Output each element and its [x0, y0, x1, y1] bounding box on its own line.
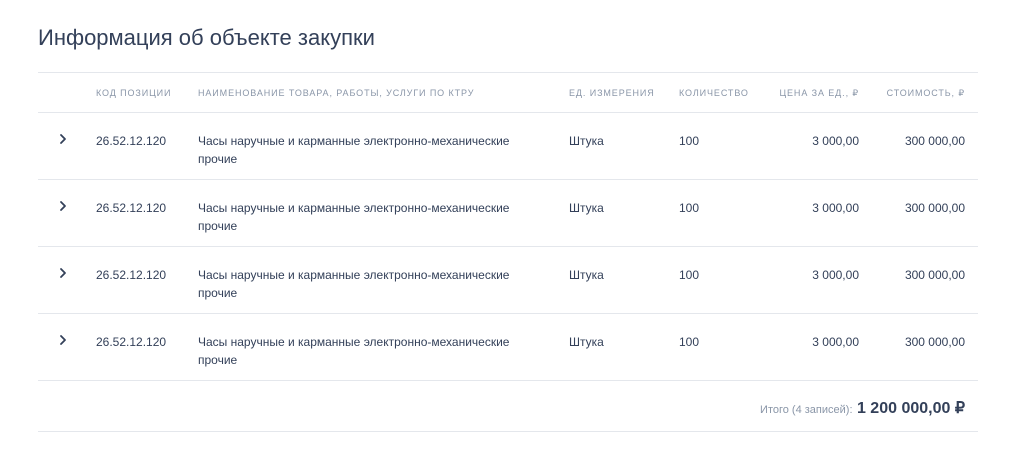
item-name: Часы наручные и карманные электронно-мех… [198, 134, 510, 166]
position-code: 26.52.12.120 [96, 268, 167, 282]
divider [38, 72, 978, 73]
table-row[interactable]: 26.52.12.120 Часы наручные и карманные э… [38, 314, 978, 381]
item-name: Часы наручные и карманные электронно-мех… [198, 201, 510, 233]
unit-price: 3 000,00 [812, 134, 859, 148]
table-row[interactable]: 26.52.12.120 Часы наручные и карманные э… [38, 180, 978, 247]
position-code: 26.52.12.120 [96, 335, 167, 349]
table-total: Итого (4 записей): 1 200 000,00 ₽ [760, 398, 965, 418]
quantity: 100 [679, 134, 700, 148]
item-cost: 300 000,00 [904, 201, 965, 215]
column-header-quantity: Количество [679, 88, 749, 98]
unit-of-measure: Штука [569, 201, 604, 215]
divider [38, 380, 978, 381]
total-label: Итого (4 записей): [760, 404, 853, 416]
item-cost: 300 000,00 [904, 335, 965, 349]
unit-of-measure: Штука [569, 268, 604, 282]
unit-of-measure: Штука [569, 134, 604, 148]
column-header-price: Цена за ед., ₽ [779, 88, 859, 98]
item-cost: 300 000,00 [904, 134, 965, 148]
quantity: 100 [679, 268, 700, 282]
position-code: 26.52.12.120 [96, 201, 167, 215]
item-name: Часы наручные и карманные электронно-мех… [198, 268, 510, 300]
chevron-right-icon[interactable] [56, 333, 70, 347]
total-value: 1 200 000,00 ₽ [856, 400, 965, 417]
unit-of-measure: Штука [569, 335, 604, 349]
chevron-right-icon[interactable] [56, 199, 70, 213]
column-header-cost: Стоимость, ₽ [886, 88, 965, 98]
divider [38, 431, 978, 432]
chevron-right-icon[interactable] [56, 266, 70, 280]
column-header-unit: Ед. измерения [569, 88, 655, 98]
chevron-right-icon[interactable] [56, 132, 70, 146]
position-code: 26.52.12.120 [96, 134, 167, 148]
item-cost: 300 000,00 [904, 268, 965, 282]
page-title: Информация об объекте закупки [38, 25, 375, 50]
unit-price: 3 000,00 [812, 268, 859, 282]
unit-price: 3 000,00 [812, 335, 859, 349]
column-header-name: Наименование товара, работы, услуги по К… [198, 88, 475, 98]
quantity: 100 [679, 201, 700, 215]
quantity: 100 [679, 335, 700, 349]
table-row[interactable]: 26.52.12.120 Часы наручные и карманные э… [38, 113, 978, 180]
unit-price: 3 000,00 [812, 201, 859, 215]
column-header-code: Код позиции [96, 88, 172, 98]
item-name: Часы наручные и карманные электронно-мех… [198, 335, 510, 367]
table-row[interactable]: 26.52.12.120 Часы наручные и карманные э… [38, 247, 978, 314]
